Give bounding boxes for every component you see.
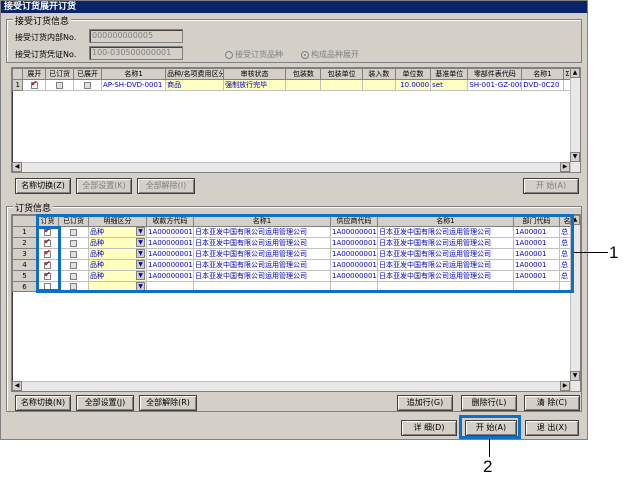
row-number: 3 (12, 248, 37, 260)
col-header[interactable]: 审核状态 (223, 68, 287, 80)
callout-line-2 (489, 439, 490, 457)
scroll-down-icon[interactable]: ▼ (570, 152, 580, 162)
top-grid: 展开 已订货 已展开 名称1 品种/名项费用区分 审核状态 包装数 包装单位 装… (11, 67, 581, 173)
pack-count-cell[interactable] (285, 79, 322, 91)
bottom-clear-all-button[interactable]: 全部解除(R) (139, 395, 197, 411)
col-header[interactable]: 基准单位 (430, 68, 469, 80)
exit-button[interactable]: 退 出(X) (525, 420, 579, 436)
top-set-all-button[interactable]: 全部设置(K) (76, 178, 132, 194)
col-header[interactable]: 品种/名项费用区分 (165, 68, 225, 80)
top-clear-all-button[interactable]: 全部解除(I) (137, 178, 195, 194)
callout-number-2: 2 (483, 457, 493, 476)
checkbox-checked-icon[interactable] (30, 81, 38, 89)
row-number: 4 (12, 259, 37, 271)
expanded-cell (73, 79, 102, 91)
callout-box-order-columns (36, 214, 574, 293)
col-header[interactable]: 单位数 (394, 68, 432, 80)
scroll-right-icon[interactable]: ▶ (560, 162, 570, 172)
internal-no-field[interactable]: 000000000005 (89, 29, 183, 43)
top-hscroll[interactable] (12, 162, 570, 172)
expand-cell[interactable] (22, 79, 47, 91)
row-number: 5 (12, 270, 37, 282)
scroll-down-icon[interactable]: ▼ (570, 371, 580, 381)
callout-line-1 (574, 252, 608, 253)
scroll-left-icon[interactable]: ◀ (12, 162, 22, 172)
col-header[interactable]: 包装单位 (320, 68, 363, 80)
name1b-cell[interactable]: DVD-0C20 (521, 79, 564, 91)
callout-box-order-checkbox (36, 226, 61, 292)
status-cell[interactable]: 强制放行完毕 (223, 79, 287, 91)
load-count-cell[interactable] (361, 79, 396, 91)
voucher-no-field[interactable]: 100-030500000001 (89, 46, 183, 60)
radio-order-kind[interactable]: 接受订货品种 (225, 49, 283, 60)
kind-cell[interactable]: 商品 (165, 79, 225, 91)
name1-cell[interactable]: AP-SH-DVD-0001 (100, 79, 167, 91)
checkbox-icon (84, 81, 92, 89)
internal-no-label: 接受订货内部No. (15, 33, 77, 42)
parts-code-cell[interactable]: SH-001-GZ-000 (467, 79, 523, 91)
col-header[interactable]: 名称1 (521, 68, 564, 80)
col-header (12, 215, 37, 227)
base-unit-cell[interactable]: set (430, 79, 469, 91)
row-number: 6 (12, 281, 37, 292)
top-start-button[interactable]: 开 始(A) (523, 178, 579, 194)
col-header[interactable]: 名称1 (100, 68, 167, 80)
top-header-row: 展开 已订货 已展开 名称1 品种/名项费用区分 审核状态 包装数 包装单位 装… (12, 68, 573, 80)
row-number: 1 (12, 226, 37, 238)
radio-icon (225, 50, 233, 59)
radio-expand-kind[interactable]: 构成品种展开 (301, 49, 359, 60)
order-info-label: 接受订货信息 (13, 14, 72, 27)
col-header[interactable]: 已展开 (73, 68, 102, 80)
callout-box-start (459, 415, 521, 439)
scroll-right-icon[interactable]: ▶ (560, 381, 570, 391)
col-header[interactable]: 包装数 (285, 68, 322, 80)
add-row-button[interactable]: 追加行(G) (397, 395, 453, 411)
table-row[interactable]: 1 AP-SH-DVD-0001 商品 强制放行完毕 10.0000 set S… (12, 79, 573, 91)
bottom-set-all-button[interactable]: 全部设置(J) (76, 395, 134, 411)
callout-number-1: 1 (609, 243, 619, 262)
detail-info-label: 订货信息 (13, 201, 54, 214)
delete-row-button[interactable]: 删除行(L) (461, 395, 517, 411)
top-name-switch-button[interactable]: 名称切换(Z) (15, 178, 71, 194)
voucher-no-label: 接受订货凭证No. (15, 50, 77, 59)
col-header[interactable]: 装入数 (361, 68, 396, 80)
pack-unit-cell[interactable] (320, 79, 363, 91)
window-title: 接受订货展开订货 (1, 1, 587, 13)
bottom-name-switch-button[interactable]: 名称切换(N) (15, 395, 71, 411)
row-number: 1 (12, 79, 24, 91)
col-header[interactable]: 已订货 (45, 68, 75, 80)
col-header[interactable]: 零部件表代码 (467, 68, 523, 80)
scroll-up-icon[interactable]: ▲ (570, 68, 580, 78)
col-header[interactable]: 展开 (22, 68, 47, 80)
row-number: 2 (12, 237, 37, 249)
top-table: 展开 已订货 已展开 名称1 品种/名项费用区分 审核状态 包装数 包装单位 装… (12, 68, 573, 91)
clear-button[interactable]: 清 除(C) (524, 395, 580, 411)
detail-button[interactable]: 详 细(D) (401, 420, 457, 436)
ordered-cell (45, 79, 75, 91)
bottom-hscroll[interactable] (12, 381, 570, 391)
radio-selected-icon (301, 50, 309, 59)
checkbox-icon (56, 81, 64, 89)
scroll-left-icon[interactable]: ◀ (12, 381, 22, 391)
unit-count-cell[interactable]: 10.0000 (394, 79, 432, 91)
